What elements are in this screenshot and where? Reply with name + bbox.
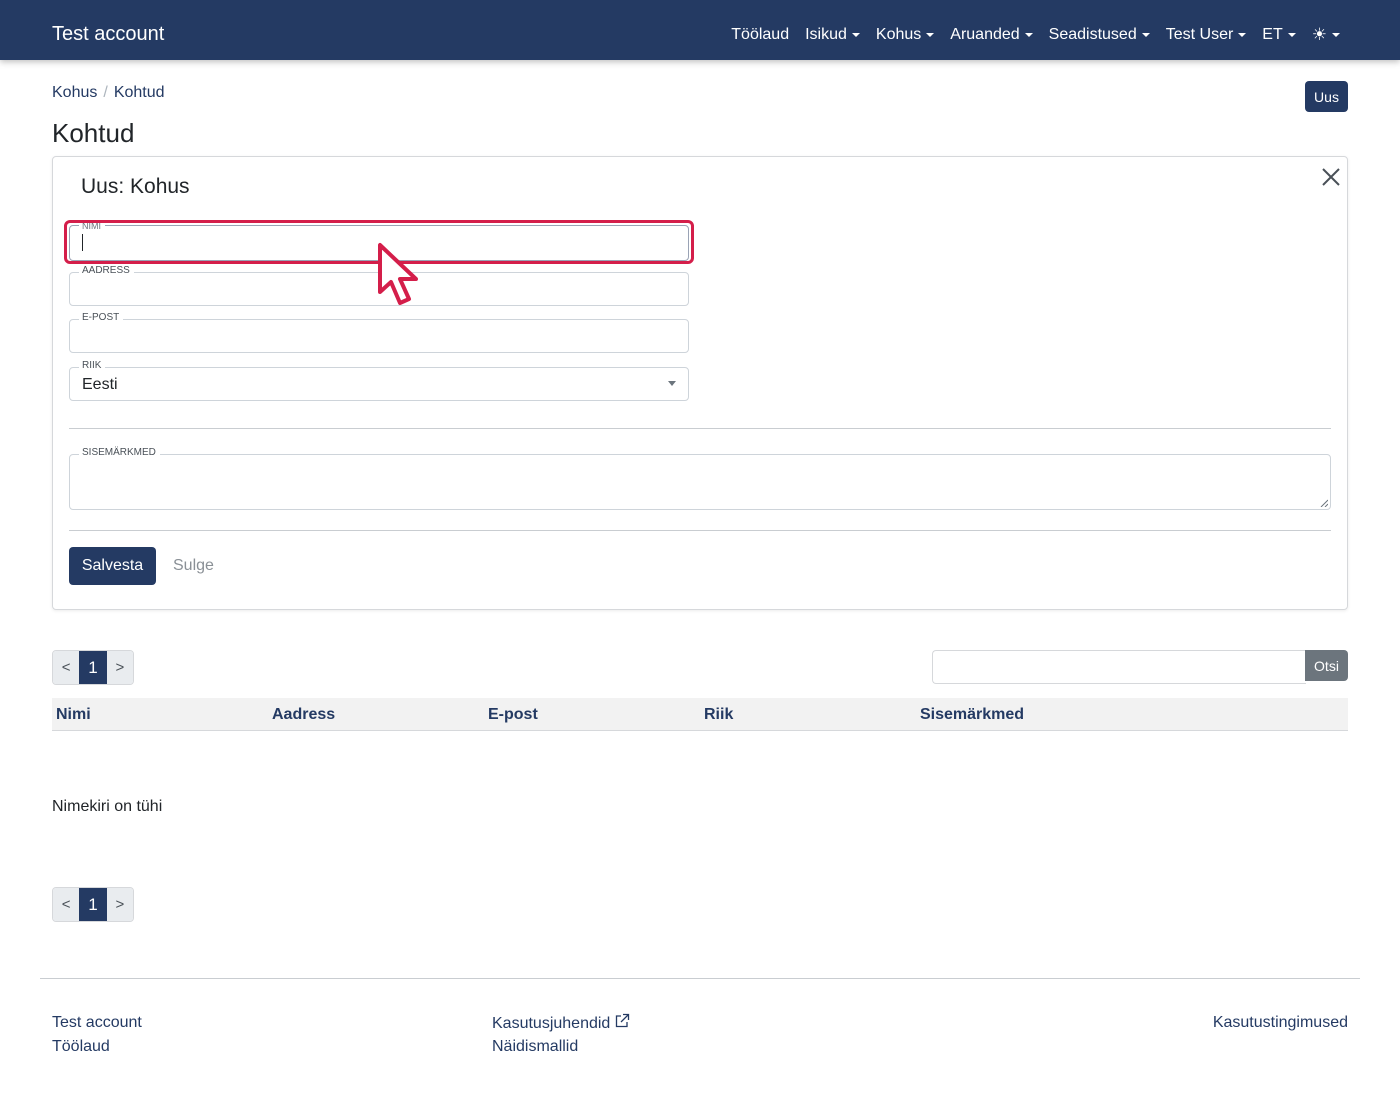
nav-item-user-menu[interactable]: Test User — [1166, 25, 1247, 45]
nav-item-label: Seadistused — [1048, 26, 1137, 43]
prev-page-button[interactable]: < — [53, 651, 80, 684]
caret-down-icon — [926, 33, 935, 37]
search-button[interactable]: Otsi — [1305, 650, 1348, 681]
footer-manuals-label: Kasutusjuhendid — [492, 1015, 611, 1032]
caret-down-icon — [1332, 33, 1340, 37]
nav-item-aruanded[interactable]: Aruanded — [950, 25, 1033, 45]
nav-item-toolaud[interactable]: Töölaud — [731, 25, 789, 45]
close-icon[interactable] — [1319, 165, 1343, 189]
footer-manuals-link[interactable]: Kasutusjuhendid — [492, 1013, 630, 1034]
email-label: E-post — [79, 312, 124, 324]
email-field[interactable]: E-post — [69, 312, 689, 353]
nav-item-isikud[interactable]: Isikud — [805, 25, 860, 45]
caret-down-icon — [1141, 33, 1150, 37]
new-button[interactable]: Uus — [1305, 81, 1348, 112]
breadcrumb-item-kohtud[interactable]: Kohtud — [114, 83, 165, 103]
mouse-pointer-icon — [378, 243, 418, 305]
prev-page-button[interactable]: < — [53, 888, 80, 921]
footer-terms-link[interactable]: Kasutustingimused — [1213, 1013, 1348, 1033]
footer-divider — [40, 978, 1360, 979]
external-link-icon — [616, 1013, 630, 1028]
top-navbar: Test account Töölaud Isikud Kohus Aruand… — [0, 0, 1400, 60]
nav-item-kohus[interactable]: Kohus — [875, 25, 935, 45]
notes-textarea[interactable] — [69, 454, 1331, 510]
notes-field[interactable]: Sisemärkmed — [69, 447, 1331, 510]
footer-brand-link[interactable]: Test account — [52, 1013, 142, 1033]
notes-label: Sisemärkmed — [79, 447, 160, 459]
resize-handle-icon[interactable] — [1320, 499, 1328, 507]
country-select[interactable]: Riik Eesti — [69, 360, 689, 401]
breadcrumb-separator: / — [103, 84, 108, 101]
caret-down-icon — [1287, 33, 1296, 37]
search-input[interactable] — [932, 650, 1306, 684]
column-header-email[interactable]: E-post — [488, 705, 538, 725]
address-label: Aadress — [79, 265, 134, 277]
country-value: Eesti — [82, 376, 118, 393]
footer-dashboard-link[interactable]: Töölaud — [52, 1037, 110, 1057]
column-header-name[interactable]: Nimi — [56, 705, 91, 725]
current-page-button[interactable]: 1 — [79, 651, 107, 684]
nav-item-label: Aruanded — [950, 26, 1020, 43]
nav-item-label: Kohus — [875, 26, 922, 43]
next-page-button[interactable]: > — [106, 888, 133, 921]
empty-list-message: Nimekiri on tühi — [52, 798, 163, 815]
caret-down-icon — [1024, 33, 1033, 37]
next-page-button[interactable]: > — [106, 651, 133, 684]
page-title: Kohtud — [52, 118, 135, 148]
country-select-box[interactable] — [69, 367, 689, 401]
divider — [69, 530, 1331, 531]
breadcrumb-item-kohus[interactable]: Kohus — [52, 83, 97, 103]
caret-down-icon — [1238, 33, 1247, 37]
footer-templates-link[interactable]: Näidismallid — [492, 1037, 578, 1057]
column-header-address[interactable]: Aadress — [272, 705, 335, 725]
nav-item-label: ET — [1262, 26, 1283, 43]
nav-item-language[interactable]: ET — [1262, 25, 1296, 45]
column-header-country[interactable]: Riik — [704, 705, 733, 725]
current-page-button[interactable]: 1 — [79, 888, 107, 921]
country-label: Riik — [79, 360, 106, 372]
chevron-down-icon — [668, 381, 676, 386]
nav-item-label: Isikud — [805, 26, 847, 43]
nav-menu: Töölaud Isikud Kohus Aruanded Seadistuse… — [715, 25, 1340, 45]
pagination-top: < 1 > — [52, 650, 134, 685]
nav-item-theme-toggle[interactable]: ☀ — [1312, 25, 1340, 45]
column-header-notes[interactable]: Sisemärkmed — [920, 705, 1024, 725]
pagination-bottom: < 1 > — [52, 887, 134, 922]
divider — [69, 428, 1331, 429]
sun-icon: ☀ — [1311, 25, 1327, 44]
table-header: Nimi Aadress E-post Riik Sisemärkmed — [52, 698, 1348, 731]
save-button[interactable]: Salvesta — [69, 547, 156, 585]
nav-item-seadistused[interactable]: Seadistused — [1049, 25, 1150, 45]
nav-item-label: Test User — [1165, 26, 1234, 43]
close-form-button[interactable]: Sulge — [173, 556, 214, 576]
form-title: Uus: Kohus — [81, 175, 190, 198]
nav-item-label: Töölaud — [731, 26, 790, 43]
breadcrumb: Kohus / Kohtud — [52, 83, 165, 103]
caret-down-icon — [851, 33, 860, 37]
brand-link[interactable]: Test account — [52, 22, 164, 46]
email-input[interactable] — [69, 319, 689, 353]
